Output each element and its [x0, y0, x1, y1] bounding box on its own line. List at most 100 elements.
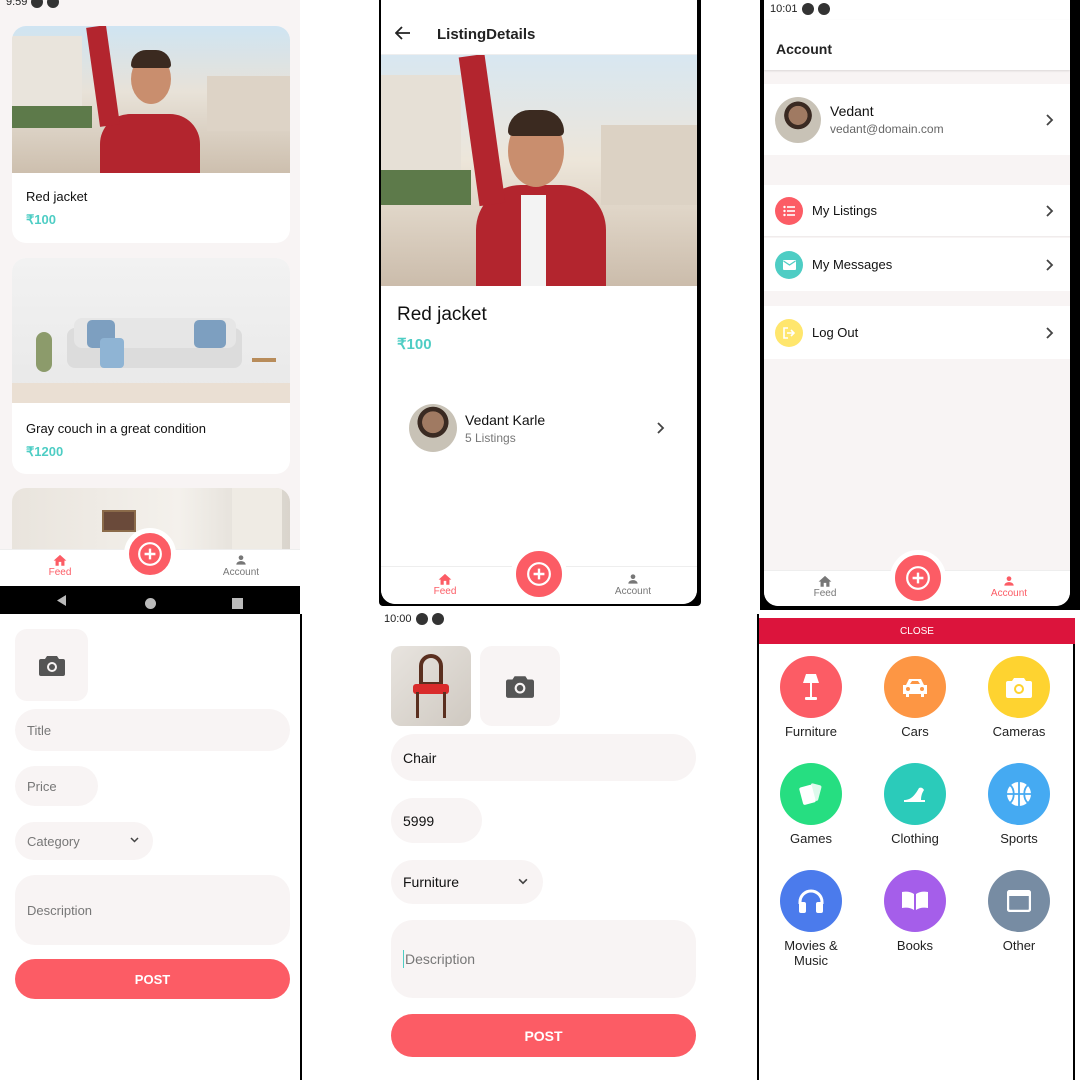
- category-item-cameras[interactable]: Cameras: [967, 656, 1071, 739]
- logout-icon-bg: [775, 318, 803, 347]
- back-arrow-icon[interactable]: [395, 26, 411, 40]
- category-item-games[interactable]: Games: [759, 763, 863, 846]
- chevron-right-icon: [1046, 204, 1054, 217]
- add-listing-button[interactable]: [124, 528, 176, 580]
- category-picker[interactable]: Category: [15, 822, 153, 860]
- listing-price: ₹100: [397, 336, 432, 353]
- camera-icon: [506, 674, 534, 698]
- description-placeholder: Description: [27, 902, 93, 918]
- chevron-right-icon: [657, 422, 665, 434]
- category-placeholder: Category: [27, 833, 80, 849]
- status-bar: 9:59: [6, 0, 60, 8]
- add-listing-button[interactable]: [890, 550, 946, 606]
- status-time: 10:00: [384, 613, 412, 625]
- email-icon: [782, 259, 796, 270]
- logout-label: Log Out: [812, 325, 859, 340]
- category-item-cars[interactable]: Cars: [863, 656, 967, 739]
- feed-screen: 9:59 Red jacket ₹100 Gray couch in a gre…: [0, 0, 300, 586]
- add-listing-button[interactable]: [511, 546, 567, 602]
- description-input[interactable]: Description: [391, 920, 696, 998]
- book-open-icon: [900, 890, 930, 912]
- title-placeholder: Title: [27, 722, 52, 738]
- category-label: Games: [790, 831, 832, 846]
- close-button[interactable]: CLOSE: [759, 618, 1075, 644]
- post-button[interactable]: POST: [391, 1014, 696, 1057]
- category-label: Cars: [901, 724, 929, 739]
- seller-row[interactable]: Vedant Karle 5 Listings: [405, 402, 675, 454]
- category-item-furniture[interactable]: Furniture: [759, 656, 863, 739]
- shoe-heel-icon: [901, 784, 929, 804]
- menu-item-my-listings[interactable]: My Listings: [764, 185, 1070, 237]
- back-nav-icon[interactable]: [57, 595, 67, 606]
- car-icon: [901, 676, 929, 698]
- chevron-right-icon: [1046, 326, 1054, 339]
- form-empty-screen: Title Price Category Description POST: [0, 614, 302, 1080]
- tab-feed-label: Feed: [48, 567, 72, 578]
- post-button-label: POST: [134, 971, 171, 987]
- title-input[interactable]: Title: [15, 709, 290, 751]
- tab-account[interactable]: Account: [984, 574, 1034, 599]
- category-picker[interactable]: Furniture: [391, 860, 543, 904]
- selected-image[interactable]: [391, 646, 471, 726]
- listing-details-screen: ListingDetails Red jacket ₹100 Vedant Ka…: [381, 0, 697, 604]
- home-icon: [52, 553, 68, 567]
- listing-card[interactable]: Red jacket ₹100: [12, 26, 290, 243]
- home-nav-icon[interactable]: [145, 598, 156, 609]
- tab-account-label: Account: [222, 567, 260, 578]
- category-item-sports[interactable]: Sports: [967, 763, 1071, 846]
- home-icon: [817, 574, 833, 588]
- logout-icon: [783, 326, 795, 339]
- category-item-books[interactable]: Books: [863, 870, 967, 953]
- post-button[interactable]: POST: [15, 959, 290, 999]
- category-item-other[interactable]: Other: [967, 870, 1071, 953]
- image-picker[interactable]: [480, 646, 560, 726]
- logout-row[interactable]: Log Out: [764, 306, 1070, 359]
- tab-account[interactable]: Account: [608, 572, 658, 597]
- menu-item-my-messages[interactable]: My Messages: [764, 238, 1070, 291]
- floor-lamp-icon: [798, 672, 824, 702]
- category-label: Clothing: [891, 831, 939, 846]
- price-input[interactable]: Price: [15, 766, 98, 806]
- description-input[interactable]: Description: [15, 875, 290, 945]
- app-header: Account: [764, 20, 1070, 70]
- listing-card[interactable]: Gray couch in a great condition ₹1200: [12, 258, 290, 474]
- account-icon: [1002, 574, 1016, 588]
- page-title: ListingDetails: [437, 26, 536, 43]
- text-cursor: [403, 950, 404, 968]
- app-header: ListingDetails: [381, 0, 697, 55]
- headphones-icon: [797, 888, 825, 914]
- price-input[interactable]: 5999: [391, 798, 482, 843]
- android-nav-bar: [0, 586, 300, 614]
- menu-item-label: My Listings: [812, 203, 878, 218]
- title-value: Chair: [403, 749, 437, 766]
- profile-row[interactable]: Vedant vedant@domain.com: [764, 84, 1070, 155]
- tab-account-label: Account: [990, 588, 1028, 599]
- menu-item-label: My Messages: [812, 257, 893, 272]
- plus-circle-icon: [526, 561, 552, 587]
- title-input[interactable]: Chair: [391, 734, 696, 781]
- recents-nav-icon[interactable]: [232, 598, 243, 609]
- user-email: vedant@domain.com: [830, 122, 944, 136]
- tab-feed-label: Feed: [433, 586, 457, 597]
- post-button-label: POST: [524, 1027, 563, 1044]
- user-name: Vedant: [830, 103, 874, 119]
- category-item-clothing[interactable]: Clothing: [863, 763, 967, 846]
- tab-account-label: Account: [614, 586, 652, 597]
- tab-feed[interactable]: Feed: [40, 553, 80, 578]
- category-label: Furniture: [784, 724, 838, 739]
- category-label: Cameras: [992, 724, 1046, 739]
- tab-feed[interactable]: Feed: [805, 574, 845, 599]
- category-label: Sports: [1000, 831, 1038, 846]
- camera-icon: [38, 654, 65, 676]
- tab-account[interactable]: Account: [216, 553, 266, 578]
- chevron-down-icon: [130, 837, 139, 843]
- account-icon: [234, 553, 248, 567]
- image-picker[interactable]: [15, 629, 88, 701]
- basketball-icon: [1005, 780, 1033, 808]
- chevron-right-icon: [1046, 113, 1054, 126]
- menu-icon-bg: [775, 196, 803, 225]
- menu-icon-bg: [775, 250, 803, 279]
- tab-feed[interactable]: Feed: [425, 572, 465, 597]
- status-time: 9:59: [6, 0, 28, 8]
- category-item-movies-music[interactable]: Movies & Music: [759, 870, 863, 968]
